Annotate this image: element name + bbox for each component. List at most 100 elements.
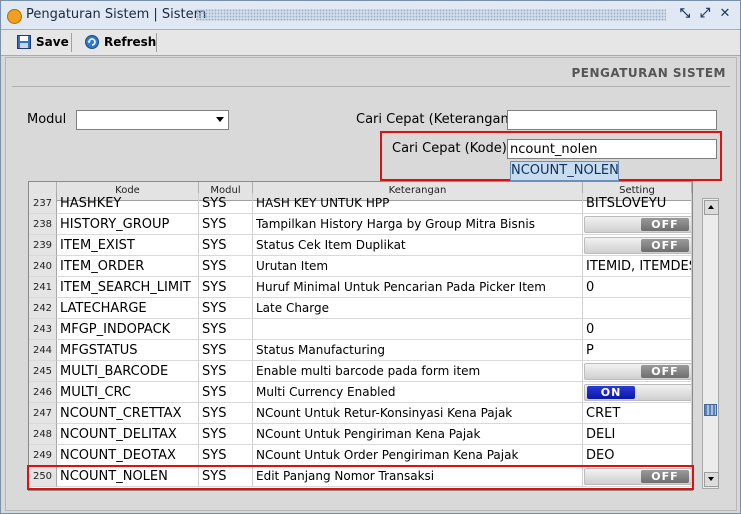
table-row[interactable]: 245 MULTI_BARCODE SYS Enable multi barcode …: [29, 361, 692, 382]
cell-keterangan: Late Charge: [253, 298, 583, 319]
refresh-button[interactable]: Refresh: [85, 33, 156, 51]
cell-setting[interactable]: DEO: [583, 445, 692, 466]
cell-modul: SYS: [199, 319, 253, 340]
app-window: Pengaturan Sistem | Sistem ⤡ ⤢ ✕ Save Re…: [0, 0, 741, 514]
cell-setting[interactable]: ITEMID, ITEMDES: [583, 256, 692, 277]
chevron-down-icon[interactable]: [216, 117, 224, 122]
settings-table: Kode Modul Keterangan Setting 237 HASHKEY…: [28, 181, 693, 491]
table-row[interactable]: 239 ITEM_EXIST SYS Status Cek Item Duplikat…: [29, 235, 692, 256]
setting-toggle[interactable]: OFF: [584, 237, 691, 254]
scroll-up-icon[interactable]: [704, 200, 719, 215]
row-number: 249: [29, 445, 57, 466]
cell-kode: LATECHARGE: [57, 298, 199, 319]
cell-kode: MFGSTATUS: [57, 340, 199, 361]
table-row[interactable]: 242 LATECHARGE SYS Late Charge: [29, 298, 692, 319]
cell-setting[interactable]: DELI: [583, 424, 692, 445]
cell-kode: ITEM_ORDER: [57, 256, 199, 277]
cell-kode: MFGP_INDOPACK: [57, 319, 199, 340]
row-number: 246: [29, 382, 57, 403]
table-row[interactable]: 246 MULTI_CRC SYS Multi Currency Enabled ON: [29, 382, 692, 403]
cell-kode: NCOUNT_CRETTAX: [57, 403, 199, 424]
scroll-down-icon[interactable]: [704, 472, 719, 487]
cell-setting[interactable]: 0: [583, 277, 692, 298]
window-title: Pengaturan Sistem | Sistem: [26, 7, 207, 22]
refresh-icon: [85, 35, 99, 49]
cell-keterangan: Tampilkan History Harga by Group Mitra B…: [253, 214, 583, 235]
cell-modul: SYS: [199, 214, 253, 235]
cell-kode: NCOUNT_DEOTAX: [57, 445, 199, 466]
vertical-scrollbar[interactable]: [702, 198, 719, 489]
cell-setting[interactable]: OFF: [583, 214, 692, 235]
table-row[interactable]: 237 HASHKEY SYS HASH KEY UNTUK HPP BITSLOVEY…: [29, 193, 692, 214]
cell-modul: SYS: [199, 256, 253, 277]
cell-modul: SYS: [199, 424, 253, 445]
modul-select[interactable]: [76, 110, 229, 130]
divider: [12, 86, 730, 87]
setting-toggle[interactable]: OFF: [584, 216, 691, 233]
cell-kode: NCOUNT_DELITAX: [57, 424, 199, 445]
row-number: 238: [29, 214, 57, 235]
cell-modul: SYS: [199, 445, 253, 466]
modul-label: Modul: [27, 112, 67, 127]
cell-keterangan: Enable multi barcode pada form item: [253, 361, 583, 382]
cell-setting[interactable]: ON: [583, 382, 692, 403]
setting-toggle[interactable]: OFF: [584, 363, 691, 380]
table-row[interactable]: 243 MFGP_INDOPACK SYS 0: [29, 319, 692, 340]
cari-keterangan-label: Cari Cepat (Keterangan): [356, 112, 514, 127]
table-row[interactable]: 244 MFGSTATUS SYS Status Manufacturing P: [29, 340, 692, 361]
cell-keterangan: Huruf Minimal Untuk Pencarian Pada Picke…: [253, 277, 583, 298]
row-number: 239: [29, 235, 57, 256]
main-panel: PENGATURAN SISTEM Modul Cari Cepat (Kete…: [5, 57, 737, 511]
minimize-icon[interactable]: ⤡: [678, 7, 692, 21]
scroll-thumb[interactable]: [704, 404, 717, 416]
row-highlight-box: [27, 465, 694, 490]
cell-modul: SYS: [199, 235, 253, 256]
cell-modul: SYS: [199, 382, 253, 403]
save-button[interactable]: Save: [17, 33, 69, 51]
toggle-state: ON: [587, 386, 635, 399]
cell-setting[interactable]: P: [583, 340, 692, 361]
maximize-icon[interactable]: ⤢: [698, 7, 712, 21]
cell-modul: SYS: [199, 193, 253, 214]
row-number: 240: [29, 256, 57, 277]
cari-kode-input[interactable]: ncount_nolen: [507, 139, 717, 159]
table-row[interactable]: 240 ITEM_ORDER SYS Urutan Item ITEMID, ITEMD…: [29, 256, 692, 277]
toggle-state: OFF: [641, 365, 689, 378]
cell-setting[interactable]: [583, 298, 692, 319]
cell-keterangan: NCount Untuk Order Pengiriman Kena Pajak: [253, 445, 583, 466]
cell-setting[interactable]: BITSLOVEYU: [583, 193, 692, 214]
cell-setting[interactable]: OFF: [583, 235, 692, 256]
row-number: 242: [29, 298, 57, 319]
cell-setting[interactable]: CRET: [583, 403, 692, 424]
cell-modul: SYS: [199, 340, 253, 361]
cell-keterangan: NCount Untuk Pengiriman Kena Pajak: [253, 424, 583, 445]
cell-keterangan: Urutan Item: [253, 256, 583, 277]
table-row[interactable]: 247 NCOUNT_CRETTAX SYS NCount Untuk Retur-K…: [29, 403, 692, 424]
autocomplete-suggestion[interactable]: NCOUNT_NOLEN: [510, 161, 619, 181]
cell-kode: MULTI_CRC: [57, 382, 199, 403]
setting-toggle[interactable]: ON: [584, 384, 691, 401]
row-number: 241: [29, 277, 57, 298]
close-icon[interactable]: ✕: [718, 7, 732, 21]
cell-setting[interactable]: OFF: [583, 361, 692, 382]
table-row[interactable]: 241 ITEM_SEARCH_LIMIT SYS Huruf Minimal Unt…: [29, 277, 692, 298]
row-number: 243: [29, 319, 57, 340]
title-bar: Pengaturan Sistem | Sistem ⤡ ⤢ ✕: [1, 1, 740, 30]
cell-setting[interactable]: 0: [583, 319, 692, 340]
table-row[interactable]: 249 NCOUNT_DEOTAX SYS NCount Untuk Order Pe…: [29, 445, 692, 466]
cell-keterangan: Status Manufacturing: [253, 340, 583, 361]
toolbar-divider: [71, 33, 72, 52]
row-number: 245: [29, 361, 57, 382]
cari-keterangan-input[interactable]: [507, 110, 717, 130]
cell-modul: SYS: [199, 403, 253, 424]
cell-modul: SYS: [199, 277, 253, 298]
cell-kode: HASHKEY: [57, 193, 199, 214]
row-number: 247: [29, 403, 57, 424]
toggle-state: OFF: [641, 239, 689, 252]
table-row[interactable]: 238 HISTORY_GROUP SYS Tampilkan History Har…: [29, 214, 692, 235]
table-row[interactable]: 248 NCOUNT_DELITAX SYS NCount Untuk Pengiri…: [29, 424, 692, 445]
save-icon: [17, 35, 31, 49]
toolbar-divider: [156, 33, 157, 52]
row-number: 237: [29, 193, 57, 214]
refresh-label: Refresh: [104, 35, 157, 49]
